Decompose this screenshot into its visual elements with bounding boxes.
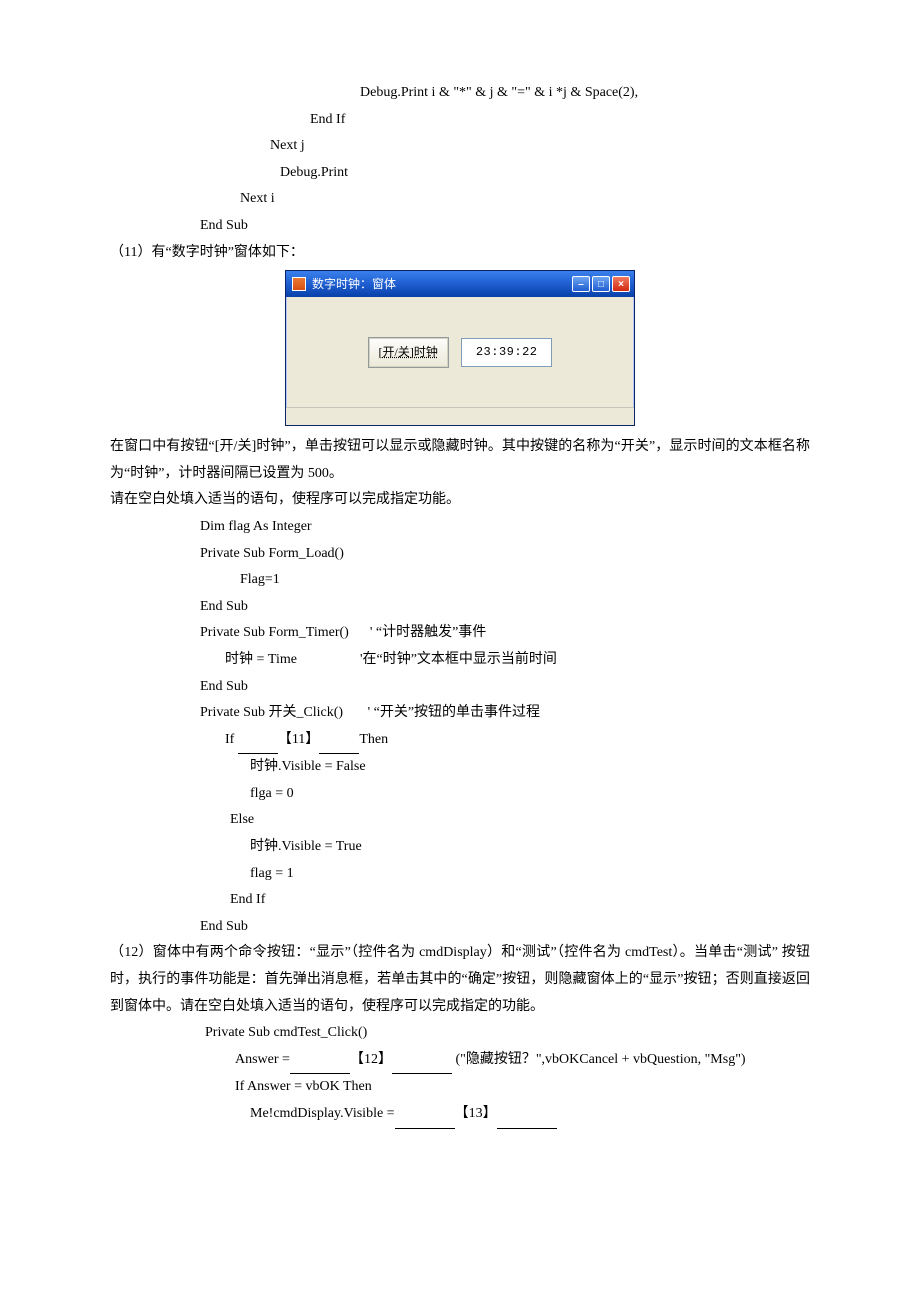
- code-line: 时钟.Visible = True: [110, 834, 810, 861]
- code-line: Flag=1: [110, 567, 810, 594]
- code-line: Debug.Print i & "*" & j & "=" & i *j & S…: [110, 80, 810, 107]
- codeblock-q12: Private Sub cmdTest_Click() Answer = 【12…: [110, 1020, 810, 1128]
- code-line: Next j: [110, 133, 810, 160]
- codeblock-q11: Dim flag As Integer Private Sub Form_Loa…: [110, 514, 810, 941]
- code-line: flga = 0: [110, 781, 810, 808]
- code-line: Else: [110, 807, 810, 834]
- minimize-button[interactable]: –: [572, 276, 590, 292]
- codeblock-top: Debug.Print i & "*" & j & "=" & i *j & S…: [110, 80, 810, 240]
- code-line: 时钟 = Time '在“时钟”文本框中显示当前时间: [110, 647, 810, 674]
- code-line: Private Sub 开关_Click() ' “开关”按钮的单击事件过程: [110, 700, 810, 727]
- close-button[interactable]: ×: [612, 276, 630, 292]
- code-line: Private Sub cmdTest_Click(): [110, 1020, 810, 1047]
- code-line: Next i: [110, 186, 810, 213]
- code-line: 时钟.Visible = False: [110, 754, 810, 781]
- q11-heading: （11）有“数字时钟”窗体如下：: [110, 240, 810, 267]
- code-line: End If: [110, 887, 810, 914]
- code-line: Private Sub Form_Timer() ' “计时器触发”事件: [110, 620, 810, 647]
- clock-textbox: 23:39:22: [461, 338, 553, 367]
- code-line: End Sub: [110, 674, 810, 701]
- window-screenshot: 数字时钟：窗体 – □ × [开/关]时钟 23:39:22: [110, 270, 810, 426]
- window-statusbar: [286, 407, 634, 425]
- code-line: flag = 1: [110, 861, 810, 888]
- q12-paragraph: （12）窗体中有两个命令按钮：“显示”（控件名为 cmdDisplay）和“测试…: [110, 940, 810, 1020]
- maximize-button[interactable]: □: [592, 276, 610, 292]
- code-line-blank-13: Me!cmdDisplay.Visible = 【13】: [110, 1101, 810, 1129]
- code-line: Debug.Print: [110, 160, 810, 187]
- code-line: End If: [110, 107, 810, 134]
- toggle-clock-button[interactable]: [开/关]时钟: [368, 337, 449, 368]
- q11-paragraph2: 请在空白处填入适当的语句，使程序可以完成指定功能。: [110, 487, 810, 514]
- code-line: Private Sub Form_Load(): [110, 541, 810, 568]
- q11-paragraph1: 在窗口中有按钮“[开/关]时钟”，单击按钮可以显示或隐藏时钟。其中按键的名称为“…: [110, 434, 810, 487]
- code-line-blank-11: If 【11】 Then: [110, 727, 810, 755]
- code-line: End Sub: [110, 213, 810, 240]
- code-line-blank-12: Answer = 【12】 ("隐藏按钮？",vbOKCancel + vbQu…: [110, 1047, 810, 1075]
- code-line: Dim flag As Integer: [110, 514, 810, 541]
- form-icon: [292, 277, 306, 291]
- code-line: If Answer = vbOK Then: [110, 1074, 810, 1101]
- code-line: End Sub: [110, 914, 810, 941]
- code-line: End Sub: [110, 594, 810, 621]
- window-title: 数字时钟：窗体: [312, 273, 396, 296]
